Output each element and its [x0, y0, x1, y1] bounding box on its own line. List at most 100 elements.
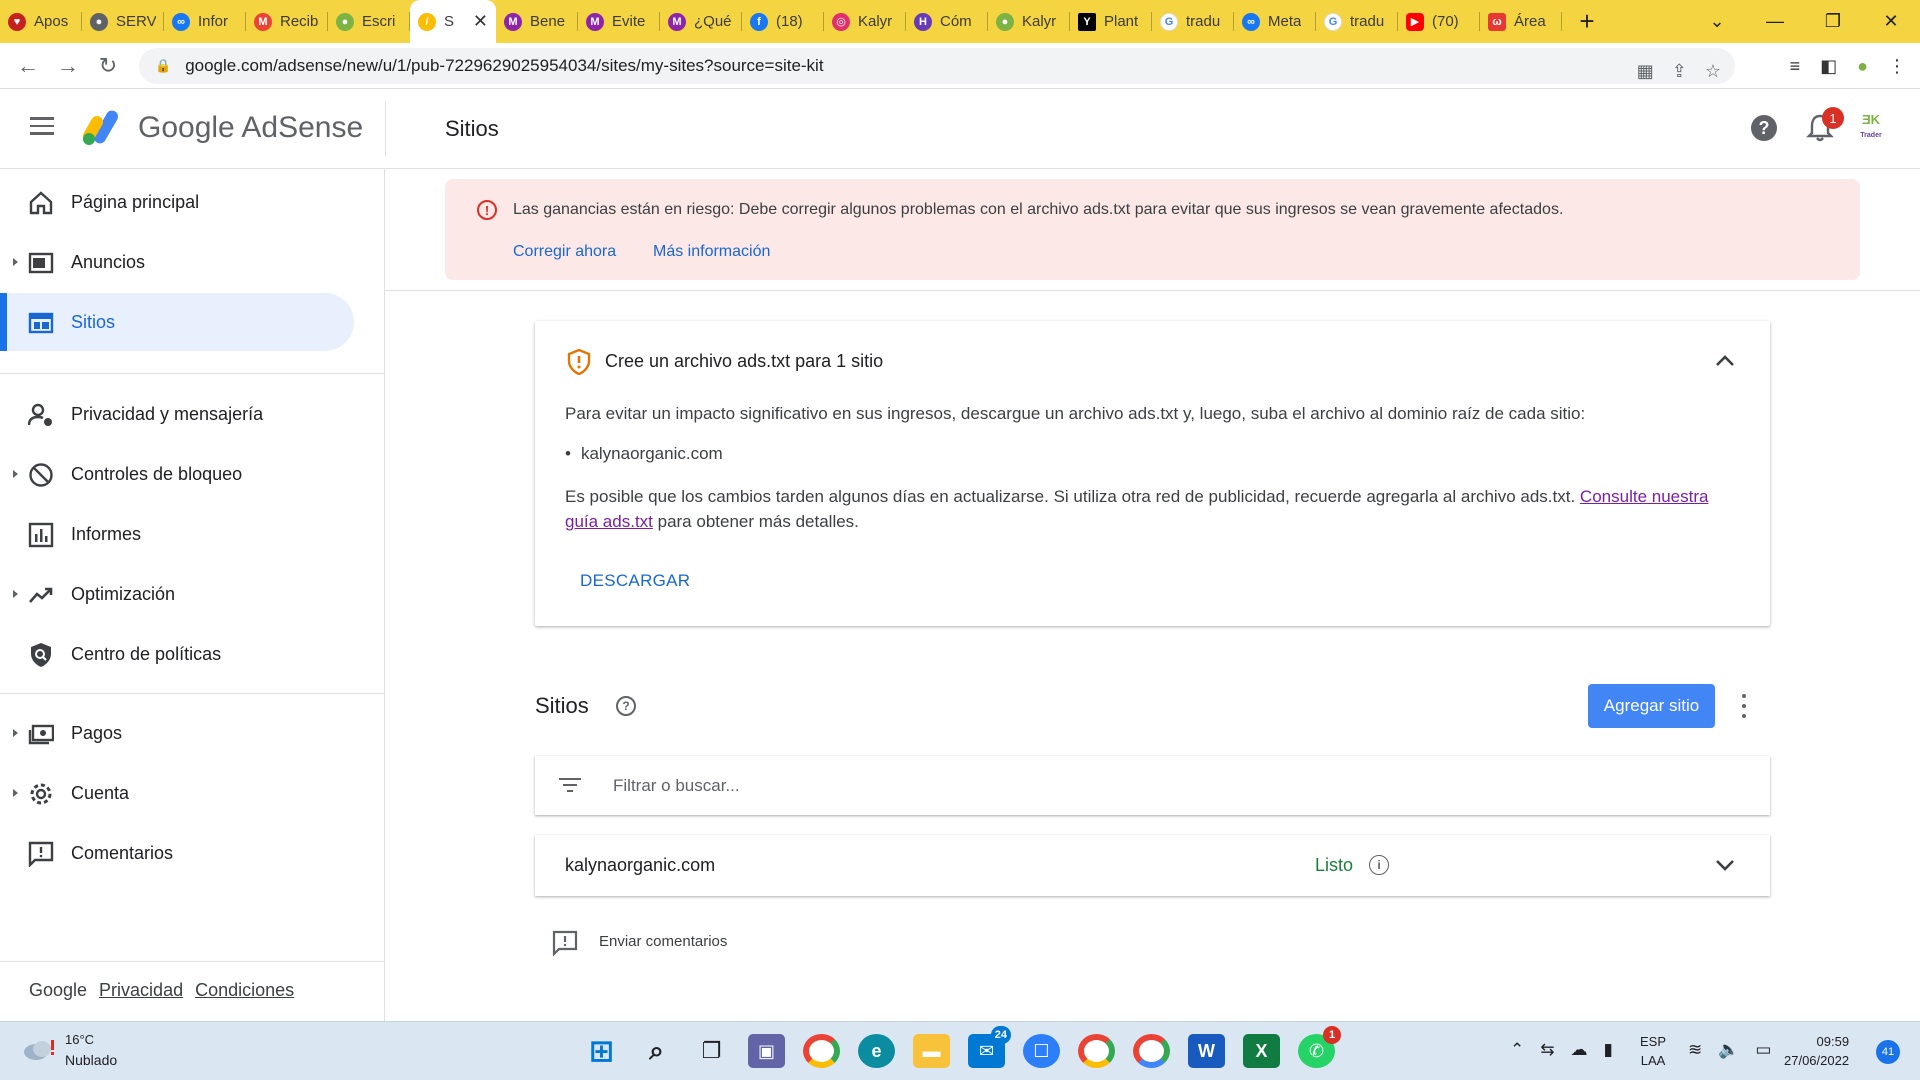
lock-icon[interactable]: 🔒	[155, 58, 171, 74]
browser-tab[interactable]: ▶ (70)	[1398, 0, 1480, 43]
volume-icon[interactable]: 🔈	[1718, 1040, 1739, 1060]
browser-tab[interactable]: M Bene	[496, 0, 578, 43]
close-tab-icon[interactable]: ✕	[473, 11, 488, 32]
browser-tab[interactable]: ∞ Infor	[164, 0, 246, 43]
word-icon[interactable]: W	[1188, 1034, 1225, 1068]
task-view-icon[interactable]: ❐	[693, 1034, 730, 1068]
browser-tab[interactable]: ● SERV	[82, 0, 164, 43]
translate-icon[interactable]: ▦	[1637, 61, 1654, 82]
chevron-up-icon[interactable]	[1713, 349, 1737, 373]
side-panel-icon[interactable]: ◧	[1820, 56, 1837, 77]
terms-link[interactable]: Condiciones	[195, 980, 294, 1001]
reload-icon[interactable]: ↻	[88, 46, 128, 86]
tab-label: Kalyr	[1022, 13, 1057, 30]
sidebar-item-payments[interactable]: Pagos	[0, 704, 354, 762]
edge-icon[interactable]: e	[858, 1034, 895, 1068]
mail-icon[interactable]: ✉ 24	[968, 1026, 1011, 1068]
browser-tab[interactable]: H Cóm	[906, 0, 988, 43]
browser-tab-active[interactable]: / S ✕	[410, 0, 496, 43]
browser-tab[interactable]: M Evite	[578, 0, 660, 43]
help-circle-icon[interactable]: ?	[616, 696, 636, 716]
menu-icon[interactable]: ⋮	[1888, 56, 1906, 77]
expand-caret-icon[interactable]	[13, 729, 18, 737]
profile-icon[interactable]: ●	[1857, 56, 1868, 77]
browser-tab[interactable]: M Recib	[246, 0, 328, 43]
expand-caret-icon[interactable]	[13, 789, 18, 797]
forward-arrow-icon[interactable]: →	[48, 46, 88, 86]
network-settings-icon[interactable]: ⇆	[1540, 1040, 1554, 1060]
account-avatar[interactable]: ƎK Trader	[1858, 113, 1884, 141]
sidebar-item-reports[interactable]: Informes	[0, 505, 354, 563]
browser-tab[interactable]: Gtradu	[1152, 0, 1234, 43]
browser-tab[interactable]: ● Escri	[328, 0, 410, 43]
more-vert-icon[interactable]	[1740, 694, 1748, 718]
expand-caret-icon[interactable]	[13, 470, 18, 478]
windows-start-icon[interactable]: ⊞	[583, 1034, 620, 1068]
teams-chat-icon[interactable]: ▣	[748, 1034, 785, 1068]
notification-center-badge[interactable]: 41	[1876, 1040, 1900, 1064]
meet-icon[interactable]: ▮	[1604, 1040, 1613, 1060]
onedrive-icon[interactable]: ☁	[1571, 1040, 1588, 1060]
browser-tab[interactable]: ω Área	[1480, 0, 1562, 43]
browser-tab[interactable]: ♥ Apos	[0, 0, 82, 43]
sidebar-item-label: Pagos	[71, 722, 123, 743]
feedback-icon[interactable]	[552, 930, 578, 956]
more-info-link[interactable]: Más información	[653, 243, 770, 261]
close-window-icon[interactable]: ✕	[1862, 0, 1920, 43]
sidebar-item-policy-center[interactable]: Centro de políticas	[0, 625, 354, 683]
excel-icon[interactable]: X	[1243, 1034, 1280, 1068]
expand-caret-icon[interactable]	[13, 258, 18, 266]
sidebar-item-ads[interactable]: Anuncios	[0, 233, 354, 291]
expand-caret-icon[interactable]	[13, 590, 18, 598]
privacy-link[interactable]: Privacidad	[99, 980, 183, 1001]
hamburger-menu-icon[interactable]	[30, 117, 54, 135]
browser-tab[interactable]: Y Plant	[1070, 0, 1152, 43]
messenger-icon[interactable]: ☐	[1023, 1034, 1060, 1068]
add-site-button[interactable]: Agregar sitio	[1588, 684, 1715, 728]
browser-tab[interactable]: ◎ Kalyr	[824, 0, 906, 43]
site-name: kalynaorganic.com	[565, 855, 716, 875]
sidebar-item-feedback[interactable]: Comentarios	[0, 824, 354, 882]
sidebar-item-account[interactable]: Cuenta	[0, 764, 354, 822]
browser-tab[interactable]: f (18)	[742, 0, 824, 43]
minimize-icon[interactable]: —	[1746, 0, 1804, 43]
browser-tab[interactable]: M ¿Qué	[660, 0, 742, 43]
battery-icon[interactable]: ▭	[1755, 1040, 1771, 1060]
reading-list-icon[interactable]: ≡	[1790, 56, 1801, 77]
fix-now-link[interactable]: Corregir ahora	[513, 243, 616, 261]
new-tab-button[interactable]: +	[1562, 6, 1612, 37]
sidebar-item-optimization[interactable]: Optimización	[0, 565, 354, 623]
help-icon[interactable]: ?	[1751, 115, 1777, 141]
language-indicator[interactable]: ESP LAA	[1640, 1032, 1666, 1070]
browser-tab[interactable]: ∞ Meta	[1234, 0, 1316, 43]
chrome-profile-icon[interactable]	[1078, 1034, 1115, 1068]
share-icon[interactable]: ⇪	[1672, 61, 1687, 82]
chevron-up-tray-icon[interactable]: ⌃	[1510, 1040, 1524, 1060]
sidebar-item-blocking-controls[interactable]: Controles de bloqueo	[0, 445, 354, 503]
sidebar-item-sites[interactable]: Sitios	[0, 293, 354, 351]
clock[interactable]: 09:59 27/06/2022	[1784, 1032, 1849, 1070]
info-icon[interactable]: i	[1369, 855, 1389, 875]
send-feedback-link[interactable]: Enviar comentarios	[599, 933, 727, 950]
browser-tab[interactable]: Gtradu	[1316, 0, 1398, 43]
back-arrow-icon[interactable]: ←	[8, 46, 48, 86]
browser-tab[interactable]: ● Kalyr	[988, 0, 1070, 43]
chrome-profile-icon[interactable]	[1133, 1034, 1170, 1068]
filter-search-input[interactable]	[613, 768, 1713, 804]
chevron-down-icon[interactable]	[1713, 853, 1737, 877]
cloudy-weather-icon[interactable]	[22, 1036, 56, 1062]
tab-favicon-icon: ●	[90, 12, 108, 31]
sidebar-item-privacy-messaging[interactable]: Privacidad y mensajería	[0, 385, 354, 443]
whatsapp-icon[interactable]: ✆ 1	[1298, 1026, 1341, 1068]
chrome-icon[interactable]	[803, 1034, 840, 1068]
address-bar[interactable]: 🔒 google.com/adsense/new/u/1/pub-7229629…	[139, 48, 1735, 84]
restore-icon[interactable]: ❐	[1804, 0, 1862, 43]
search-icon[interactable]: ⌕	[638, 1034, 675, 1068]
download-button[interactable]: DESCARGAR	[580, 571, 690, 591]
file-explorer-icon[interactable]: ▬	[913, 1034, 950, 1068]
bookmark-star-icon[interactable]: ☆	[1705, 61, 1721, 82]
tab-search-icon[interactable]: ⌄	[1688, 0, 1746, 43]
table-row[interactable]: kalynaorganic.com Listo i	[535, 835, 1770, 896]
wifi-icon[interactable]: ≋	[1688, 1040, 1702, 1060]
sidebar-item-home[interactable]: Página principal	[0, 173, 354, 231]
